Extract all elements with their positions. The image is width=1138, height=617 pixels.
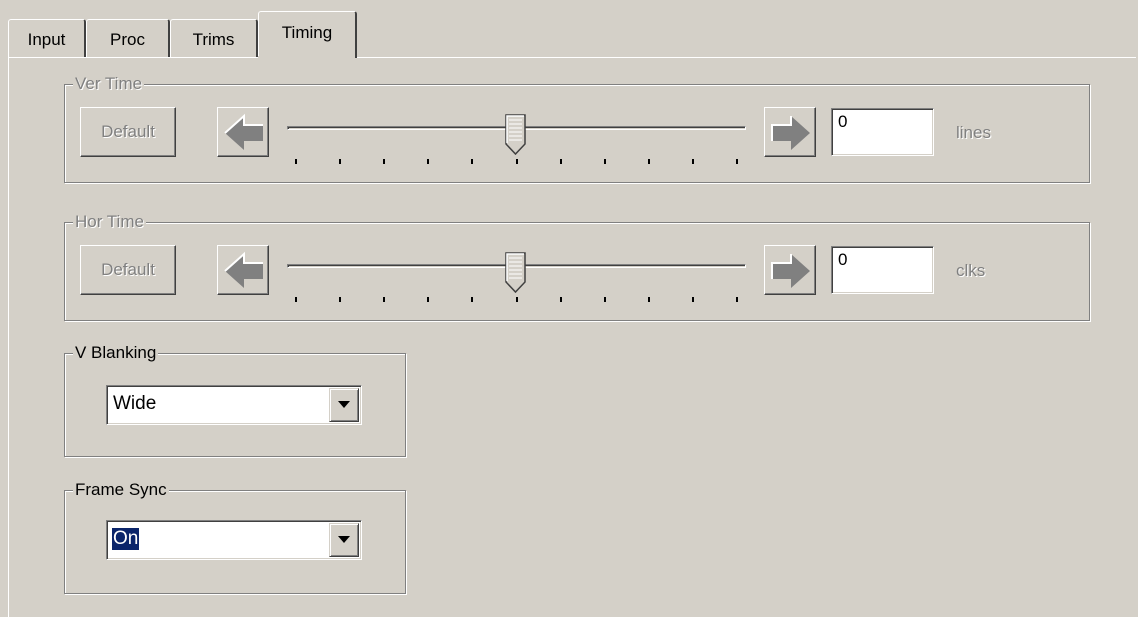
tab-input[interactable]: Input: [8, 19, 86, 58]
tab-input-label: Input: [27, 30, 66, 49]
tab-trims-label: Trims: [192, 30, 235, 49]
tab-proc[interactable]: Proc: [86, 19, 170, 58]
tab-proc-label: Proc: [110, 30, 145, 49]
tab-panel-gap: [258, 56, 355, 60]
tab-trims[interactable]: Trims: [170, 19, 258, 58]
tab-timing[interactable]: Timing: [258, 11, 357, 58]
tab-timing-label: Timing: [281, 23, 333, 42]
tab-panel: [8, 57, 1136, 617]
timing-property-page: Input Proc Trims Timing Ver Time Default: [0, 0, 1138, 617]
